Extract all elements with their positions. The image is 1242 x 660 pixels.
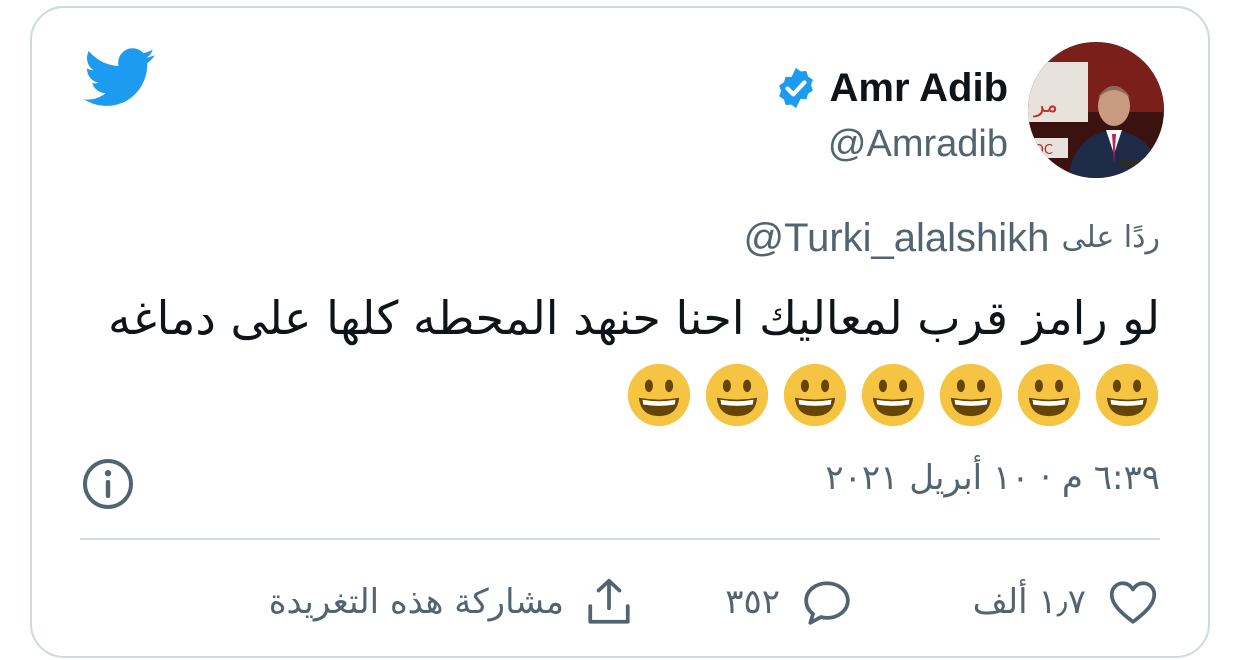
share-label: مشاركة هذه التغريدة — [268, 582, 564, 622]
divider — [80, 538, 1160, 540]
author-name-row[interactable]: Amr Adib — [773, 64, 1008, 112]
author-display-name[interactable]: Amr Adib — [829, 64, 1008, 112]
info-icon[interactable] — [82, 458, 134, 510]
svg-text:IDC: IDC — [1030, 143, 1053, 158]
reply-bubble-icon — [804, 581, 850, 625]
like-count: ١٫٧ ألف — [972, 582, 1086, 622]
grinning-face-emoji — [1017, 363, 1081, 427]
grinning-face-emoji — [1095, 363, 1159, 427]
share-button[interactable]: مشاركة هذه التغريدة — [269, 574, 632, 630]
tweet-timestamp[interactable]: ٦:٣٩ م · ١٠ أبريل ٢٠٢١ — [825, 454, 1160, 502]
share-icon — [588, 578, 630, 624]
like-button[interactable]: ١٫٧ ألف — [973, 574, 1158, 630]
tweet-text: لو رامز قرب لمعاليك احنا حنهد المحطه كله… — [107, 291, 1160, 345]
reply-count: ٣٥٢ — [725, 582, 780, 622]
grinning-face-emoji — [939, 363, 1003, 427]
avatar[interactable]: ﻣﺮ IDC — [1028, 42, 1164, 178]
emoji-row — [626, 362, 1160, 428]
grinning-face-emoji — [705, 363, 769, 427]
verified-badge-icon — [779, 67, 814, 109]
grinning-face-emoji — [783, 363, 847, 427]
svg-text:ﻣﺮ: ﻣﺮ — [1033, 93, 1058, 118]
grinning-face-emoji — [861, 363, 925, 427]
reply-context: ردًا على @Turki_alalshikh — [744, 214, 1160, 262]
heart-icon — [1109, 581, 1157, 624]
reply-button[interactable]: ٣٥٢ — [725, 574, 852, 630]
twitter-bird-icon[interactable] — [84, 48, 156, 108]
author-handle[interactable]: @Amradib — [828, 120, 1008, 168]
reply-prefix: ردًا على — [1061, 220, 1160, 255]
grinning-face-emoji — [627, 363, 691, 427]
tweet-card[interactable]: ﻣﺮ IDC Amr Adib @Amradib ردًا على @Turki… — [30, 6, 1210, 658]
reply-handle-link[interactable]: @Turki_alalshikh — [744, 214, 1050, 262]
